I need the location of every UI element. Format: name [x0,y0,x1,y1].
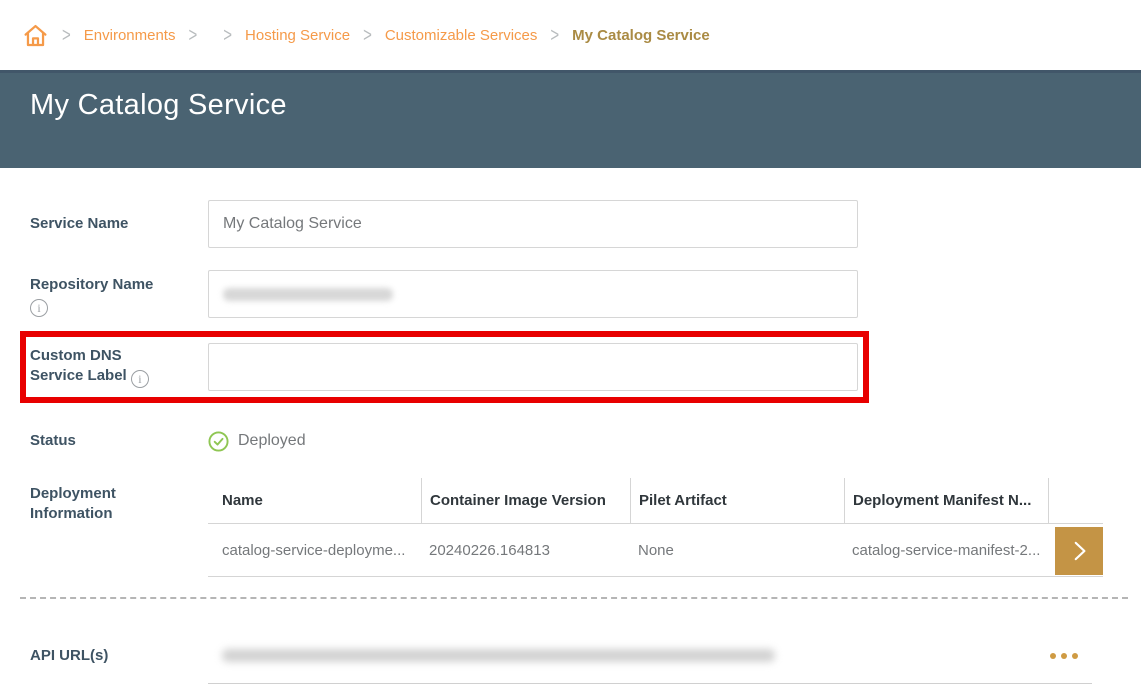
table-header-pilet-artifact: Pilet Artifact [630,478,844,523]
info-icon[interactable]: i [30,299,48,317]
breadcrumb-item-current: My Catalog Service [572,27,710,44]
page-title: My Catalog Service [0,73,1141,122]
table-cell-deployment-manifest: catalog-service-manifest-2... [844,524,1048,576]
check-circle-icon [208,431,229,452]
table-row: catalog-service-deployme... 20240226.164… [208,524,1103,577]
breadcrumb-item-hosting-service[interactable]: Hosting Service [245,27,350,44]
api-urls-row: API URL(s) [30,628,1141,684]
table-cell-container-image-version: 20240226.164813 [421,524,630,576]
chevron-right-icon [1066,538,1092,564]
table-header-container-image-version: Container Image Version [421,478,630,523]
repository-name-row: Repository Name i [30,270,1141,318]
api-url-value-redacted [222,649,775,662]
breadcrumb-separator: > [188,24,197,47]
service-name-row: Service Name [30,200,1141,248]
repository-name-label: Repository Name [30,276,153,293]
api-url-item [208,628,1092,684]
breadcrumb-home[interactable] [22,22,49,49]
deployment-table-header: Name Container Image Version Pilet Artif… [208,478,1103,524]
custom-dns-highlight-annotation: Custom DNS Service Label i [20,331,869,403]
page-header-band: My Catalog Service [0,70,1141,168]
breadcrumb-separator: > [550,24,559,47]
page: > Environments > > Hosting Service > Cus… [0,0,1141,700]
home-icon [22,22,49,49]
more-options-icon[interactable] [1048,647,1080,665]
deployment-info-label: Deployment Information [30,478,208,524]
breadcrumb: > Environments > > Hosting Service > Cus… [0,0,1141,70]
repository-name-input[interactable] [208,270,858,318]
service-name-label: Service Name [30,214,208,234]
custom-dns-label: Custom DNS Service Label i [30,346,208,388]
table-header-name: Name [208,478,421,523]
table-cell-name: catalog-service-deployme... [208,524,421,576]
status-value: Deployed [238,432,306,450]
api-urls-label: API URL(s) [30,646,208,666]
deployment-table: Name Container Image Version Pilet Artif… [208,478,1103,577]
status-label: Status [30,431,208,451]
row-expand-button[interactable] [1055,527,1103,575]
breadcrumb-separator: > [223,24,232,47]
status-row: Status Deployed [30,427,1141,455]
deployment-info-row: Deployment Information Name Container Im… [30,478,1141,577]
table-header-deployment-manifest: Deployment Manifest N... [844,478,1048,523]
repository-name-value-redacted [223,288,393,301]
table-header-actions [1048,478,1103,523]
custom-dns-input[interactable] [208,343,858,391]
breadcrumb-separator: > [363,24,372,47]
info-icon[interactable]: i [131,370,149,388]
section-divider [20,597,1128,599]
breadcrumb-separator: > [62,24,71,47]
breadcrumb-item-customizable-services[interactable]: Customizable Services [385,27,538,44]
table-cell-pilet-artifact: None [630,524,844,576]
service-name-input[interactable] [208,200,858,248]
breadcrumb-item-environments[interactable]: Environments [84,27,176,44]
